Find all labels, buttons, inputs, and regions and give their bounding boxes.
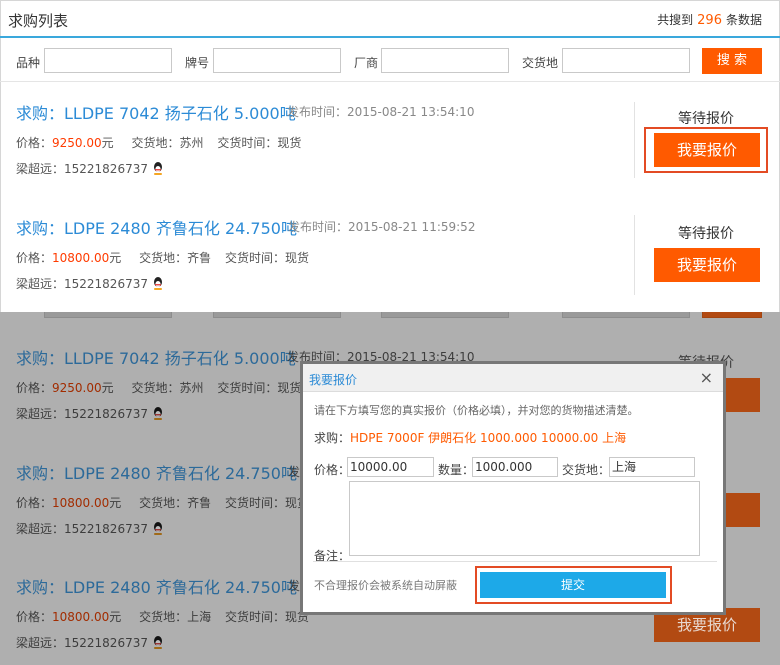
listing-contact: 梁超远：15221826737	[16, 160, 164, 177]
listing-date: 发	[288, 465, 301, 479]
page-title: 求购列表	[8, 12, 69, 30]
dialog-header: 我要报价 ×	[303, 364, 723, 392]
dim-input-edge	[562, 312, 690, 318]
qq-icon	[152, 406, 164, 420]
listing-time: 交货时间：现货	[224, 251, 309, 265]
dialog-note: 不合理报价会被系统自动屏蔽	[314, 579, 457, 592]
delivery-label: 交货地	[522, 56, 559, 70]
listing-contact: 梁超远：15221826737	[16, 520, 164, 537]
dialog-item: 求购：HDPE 7000F 伊朗石化 1000.000 10000.00 上海	[314, 431, 627, 445]
listing-details: 价格：9250.00元 交货地：苏州 交货时间：现货	[16, 381, 302, 395]
listing-title[interactable]: 求购：LLDPE 7042 扬子石化 5.000吨	[16, 100, 296, 124]
listing-contact: 梁超远：15221826737	[16, 634, 164, 651]
filter-bar: 品种 牌号 厂商 交货地	[0, 40, 780, 82]
dialog-item-value: HDPE 7000F 伊朗石化 1000.000 10000.00 上海	[350, 431, 627, 445]
dialog-divider	[313, 561, 717, 562]
quantity-input[interactable]: 1000.000	[472, 457, 558, 477]
dim-input-edge	[44, 312, 172, 318]
dim-search-edge	[702, 312, 762, 318]
dialog-title: 我要报价	[309, 373, 358, 387]
listing-place: 交货地：齐鲁	[139, 251, 212, 265]
grade-input[interactable]	[213, 48, 341, 73]
listing-divider	[634, 102, 635, 178]
delivery-place-input[interactable]: 上海	[609, 457, 695, 477]
listing-divider	[634, 215, 635, 295]
status-label: 等待报价	[678, 111, 734, 127]
grade-label: 牌号	[185, 56, 210, 70]
listing-title: 求购：LDPE 2480 齐鲁石化 24.750吨	[16, 464, 297, 483]
delivery-input[interactable]	[562, 48, 690, 73]
listing-price: 10800.00	[52, 251, 110, 265]
listing-contact: 梁超远：15221826737	[16, 275, 164, 292]
listing-title: 求购：LLDPE 7042 扬子石化 5.000吨	[16, 349, 296, 368]
listing-details: 价格：10800.00元 交货地：上海 交货时间：现货	[16, 610, 309, 624]
variety-input[interactable]	[44, 48, 172, 73]
listing-time: 交货时间：现货	[217, 136, 302, 150]
dim-input-edge	[213, 312, 341, 318]
maker-label: 厂商	[354, 56, 379, 70]
listing-place: 交货地：苏州	[131, 136, 204, 150]
maker-input[interactable]	[381, 48, 509, 73]
quote-button[interactable]: 我要报价	[654, 248, 760, 282]
listing-details: 价格：9250.00元 交货地：苏州 交货时间：现货	[16, 136, 302, 150]
price-label: 价格：	[314, 463, 351, 477]
listing-date: 发布时间：2015-08-21 13:54:10	[287, 105, 475, 119]
listing-contact: 梁超远：15221826737	[16, 405, 164, 422]
qq-icon[interactable]	[152, 276, 164, 290]
quantity-label: 数量：	[438, 463, 475, 477]
price-input[interactable]: 10000.00	[347, 457, 434, 477]
listing-title[interactable]: 求购：LDPE 2480 齐鲁石化 24.750吨	[16, 215, 297, 239]
submit-button-highlight	[475, 566, 672, 604]
search-button[interactable]: 搜 索	[702, 48, 762, 74]
qq-icon	[152, 521, 164, 535]
listing-date: 发	[288, 579, 301, 593]
listing-details: 价格：10800.00元 交货地：齐鲁 交货时间：现货	[16, 251, 309, 265]
result-count: 共搜到 296 条数据	[657, 13, 762, 28]
quote-dialog: 我要报价 × 请在下方填写您的真实报价（价格必填），并对您的货物描述清楚。 求购…	[300, 361, 726, 615]
qq-icon[interactable]	[152, 161, 164, 175]
delivery-place-label: 交货地：	[562, 463, 611, 477]
status-label: 等待报价	[678, 226, 734, 242]
variety-label: 品种	[16, 56, 41, 70]
list-header: 求购列表 共搜到 296 条数据	[0, 0, 780, 38]
quote-button-highlight	[644, 127, 768, 173]
listing-details: 价格：10800.00元 交货地：齐鲁 交货时间：现货	[16, 496, 309, 510]
listing-price: 9250.00	[52, 136, 102, 150]
qq-icon	[152, 635, 164, 649]
result-count-number: 296	[697, 13, 722, 28]
remark-textarea[interactable]	[349, 481, 700, 556]
listing-title: 求购：LDPE 2480 齐鲁石化 24.750吨	[16, 578, 297, 597]
close-icon[interactable]: ×	[700, 368, 713, 387]
listing-date: 发布时间：2015-08-21 11:59:52	[288, 220, 476, 234]
dialog-hint: 请在下方填写您的真实报价（价格必填），并对您的货物描述清楚。	[314, 404, 639, 417]
dim-input-edge	[381, 312, 509, 318]
